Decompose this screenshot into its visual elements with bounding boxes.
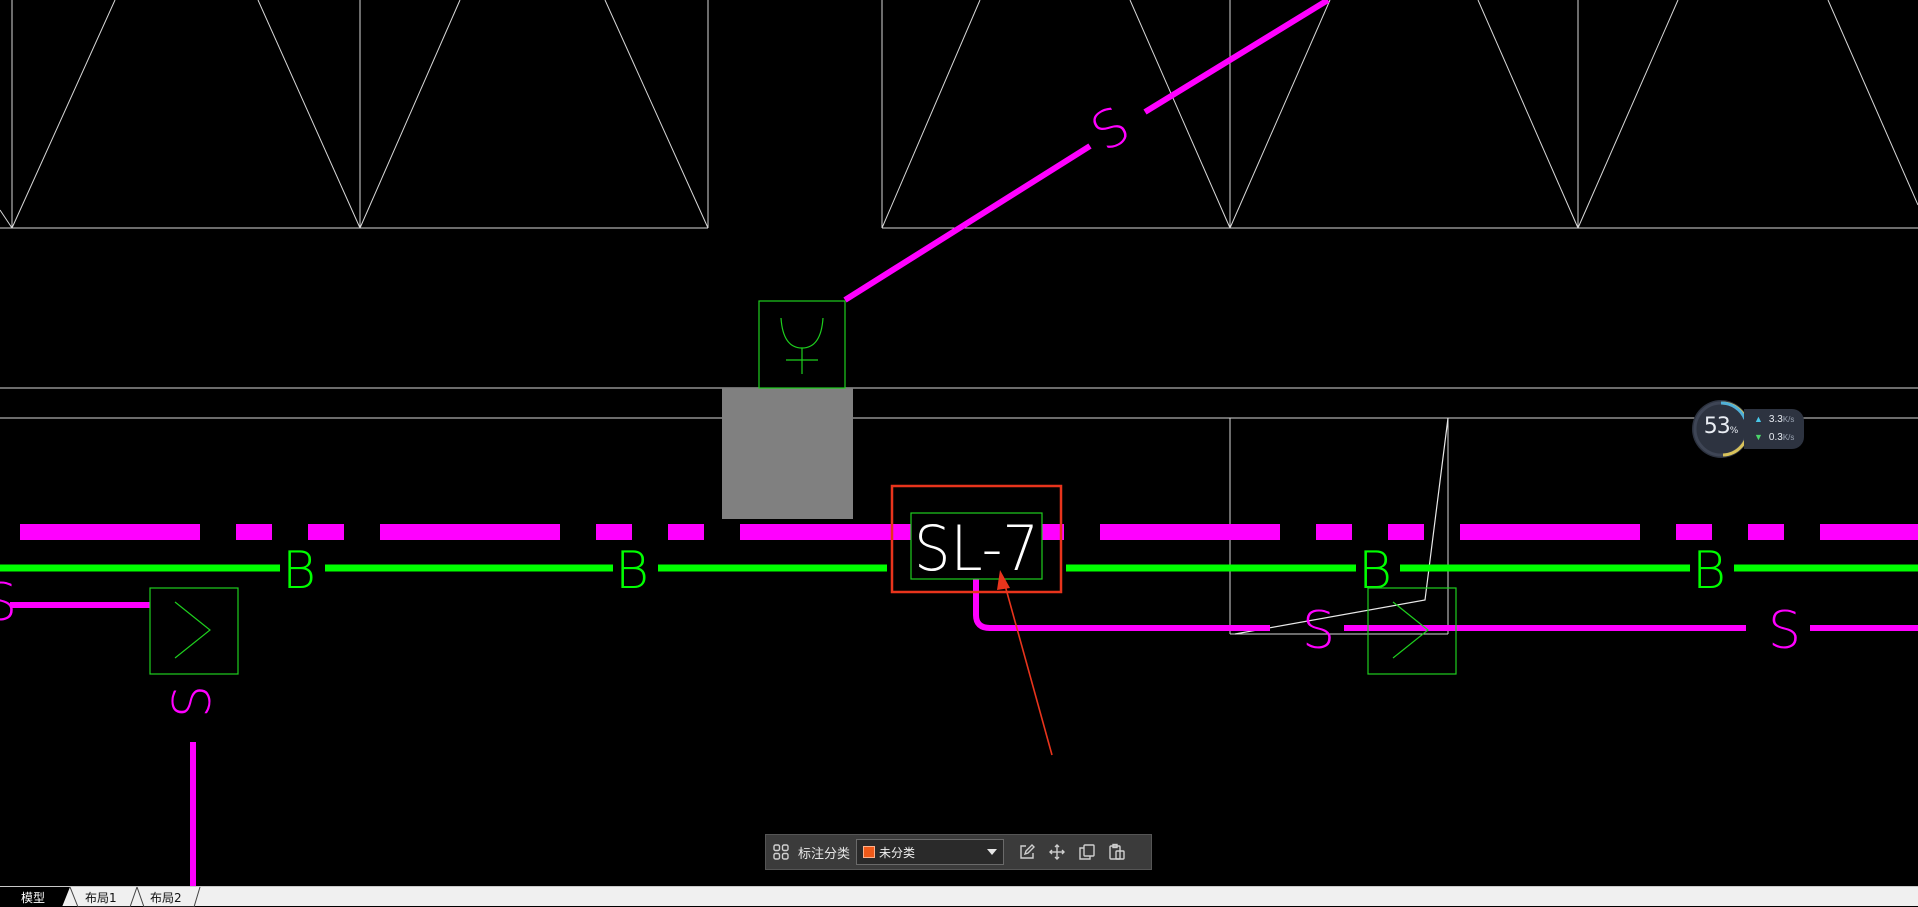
beam-label-b: B xyxy=(1692,541,1726,601)
pipe-label-s: S xyxy=(1302,601,1335,661)
category-color-swatch xyxy=(863,846,876,858)
equipment-funnel xyxy=(758,300,846,389)
upload-rate-row: ▲ 3.3K/s xyxy=(1754,414,1794,425)
chevron-down-icon xyxy=(987,849,998,855)
pipe-label-s: S xyxy=(163,685,223,718)
download-arrow-icon: ▼ xyxy=(1754,432,1763,442)
pipe-diagonal xyxy=(843,0,1330,303)
download-unit: K/s xyxy=(1782,433,1795,442)
tab-layout1[interactable]: 布局1 xyxy=(85,889,117,906)
cad-drawing-canvas[interactable]: S B B B B S S S S SL-7 xyxy=(0,0,1918,886)
beam-label-b: B xyxy=(1358,541,1392,601)
annotation-toolbar: 标注分类 未分类 xyxy=(765,834,1152,870)
annotation-arrow-line xyxy=(1002,577,1053,756)
percent-sign: % xyxy=(1729,426,1739,436)
download-rate: 0.3 xyxy=(1768,432,1783,443)
network-speed-widget[interactable]: 53% ▲ 3.3K/s ▼ 0.3K/s xyxy=(1692,400,1810,458)
truss-left xyxy=(0,0,709,229)
equipment-inlet-left xyxy=(149,587,239,675)
copy-icon[interactable] xyxy=(1072,837,1102,867)
tagged-pipe-label: SL-7 xyxy=(914,512,1039,585)
tab-layout2[interactable]: 布局2 xyxy=(150,889,182,906)
move-icon[interactable] xyxy=(1042,837,1072,867)
download-rate-row: ▼ 0.3K/s xyxy=(1754,432,1794,443)
tab-model[interactable]: 模型 xyxy=(21,889,45,906)
category-dropdown[interactable]: 未分类 xyxy=(856,839,1005,865)
rate-panel: ▲ 3.3K/s ▼ 0.3K/s xyxy=(1744,409,1804,449)
layout-tab-bar: 模型 布局1 布局2 xyxy=(0,886,1918,907)
paste-icon[interactable] xyxy=(1102,837,1132,867)
upload-unit: K/s xyxy=(1782,415,1795,424)
concrete-column xyxy=(722,388,853,519)
pipe-label-s: S xyxy=(1082,95,1141,163)
cpu-percent: 53 xyxy=(1703,414,1731,439)
upload-arrow-icon: ▲ xyxy=(1754,414,1763,424)
pipe-label-s: S xyxy=(0,573,17,633)
truss-right xyxy=(881,0,1918,229)
beam-label-b: B xyxy=(615,541,649,601)
upload-rate: 3.3 xyxy=(1768,414,1783,425)
layout-grid-icon[interactable] xyxy=(766,837,796,867)
category-label: 标注分类 xyxy=(798,845,851,861)
cpu-gauge: 53% xyxy=(1692,400,1750,458)
pipe-label-s: S xyxy=(1768,601,1801,661)
edit-icon[interactable] xyxy=(1012,837,1042,867)
beam-label-b: B xyxy=(282,541,316,601)
category-selected-value: 未分类 xyxy=(879,845,916,860)
